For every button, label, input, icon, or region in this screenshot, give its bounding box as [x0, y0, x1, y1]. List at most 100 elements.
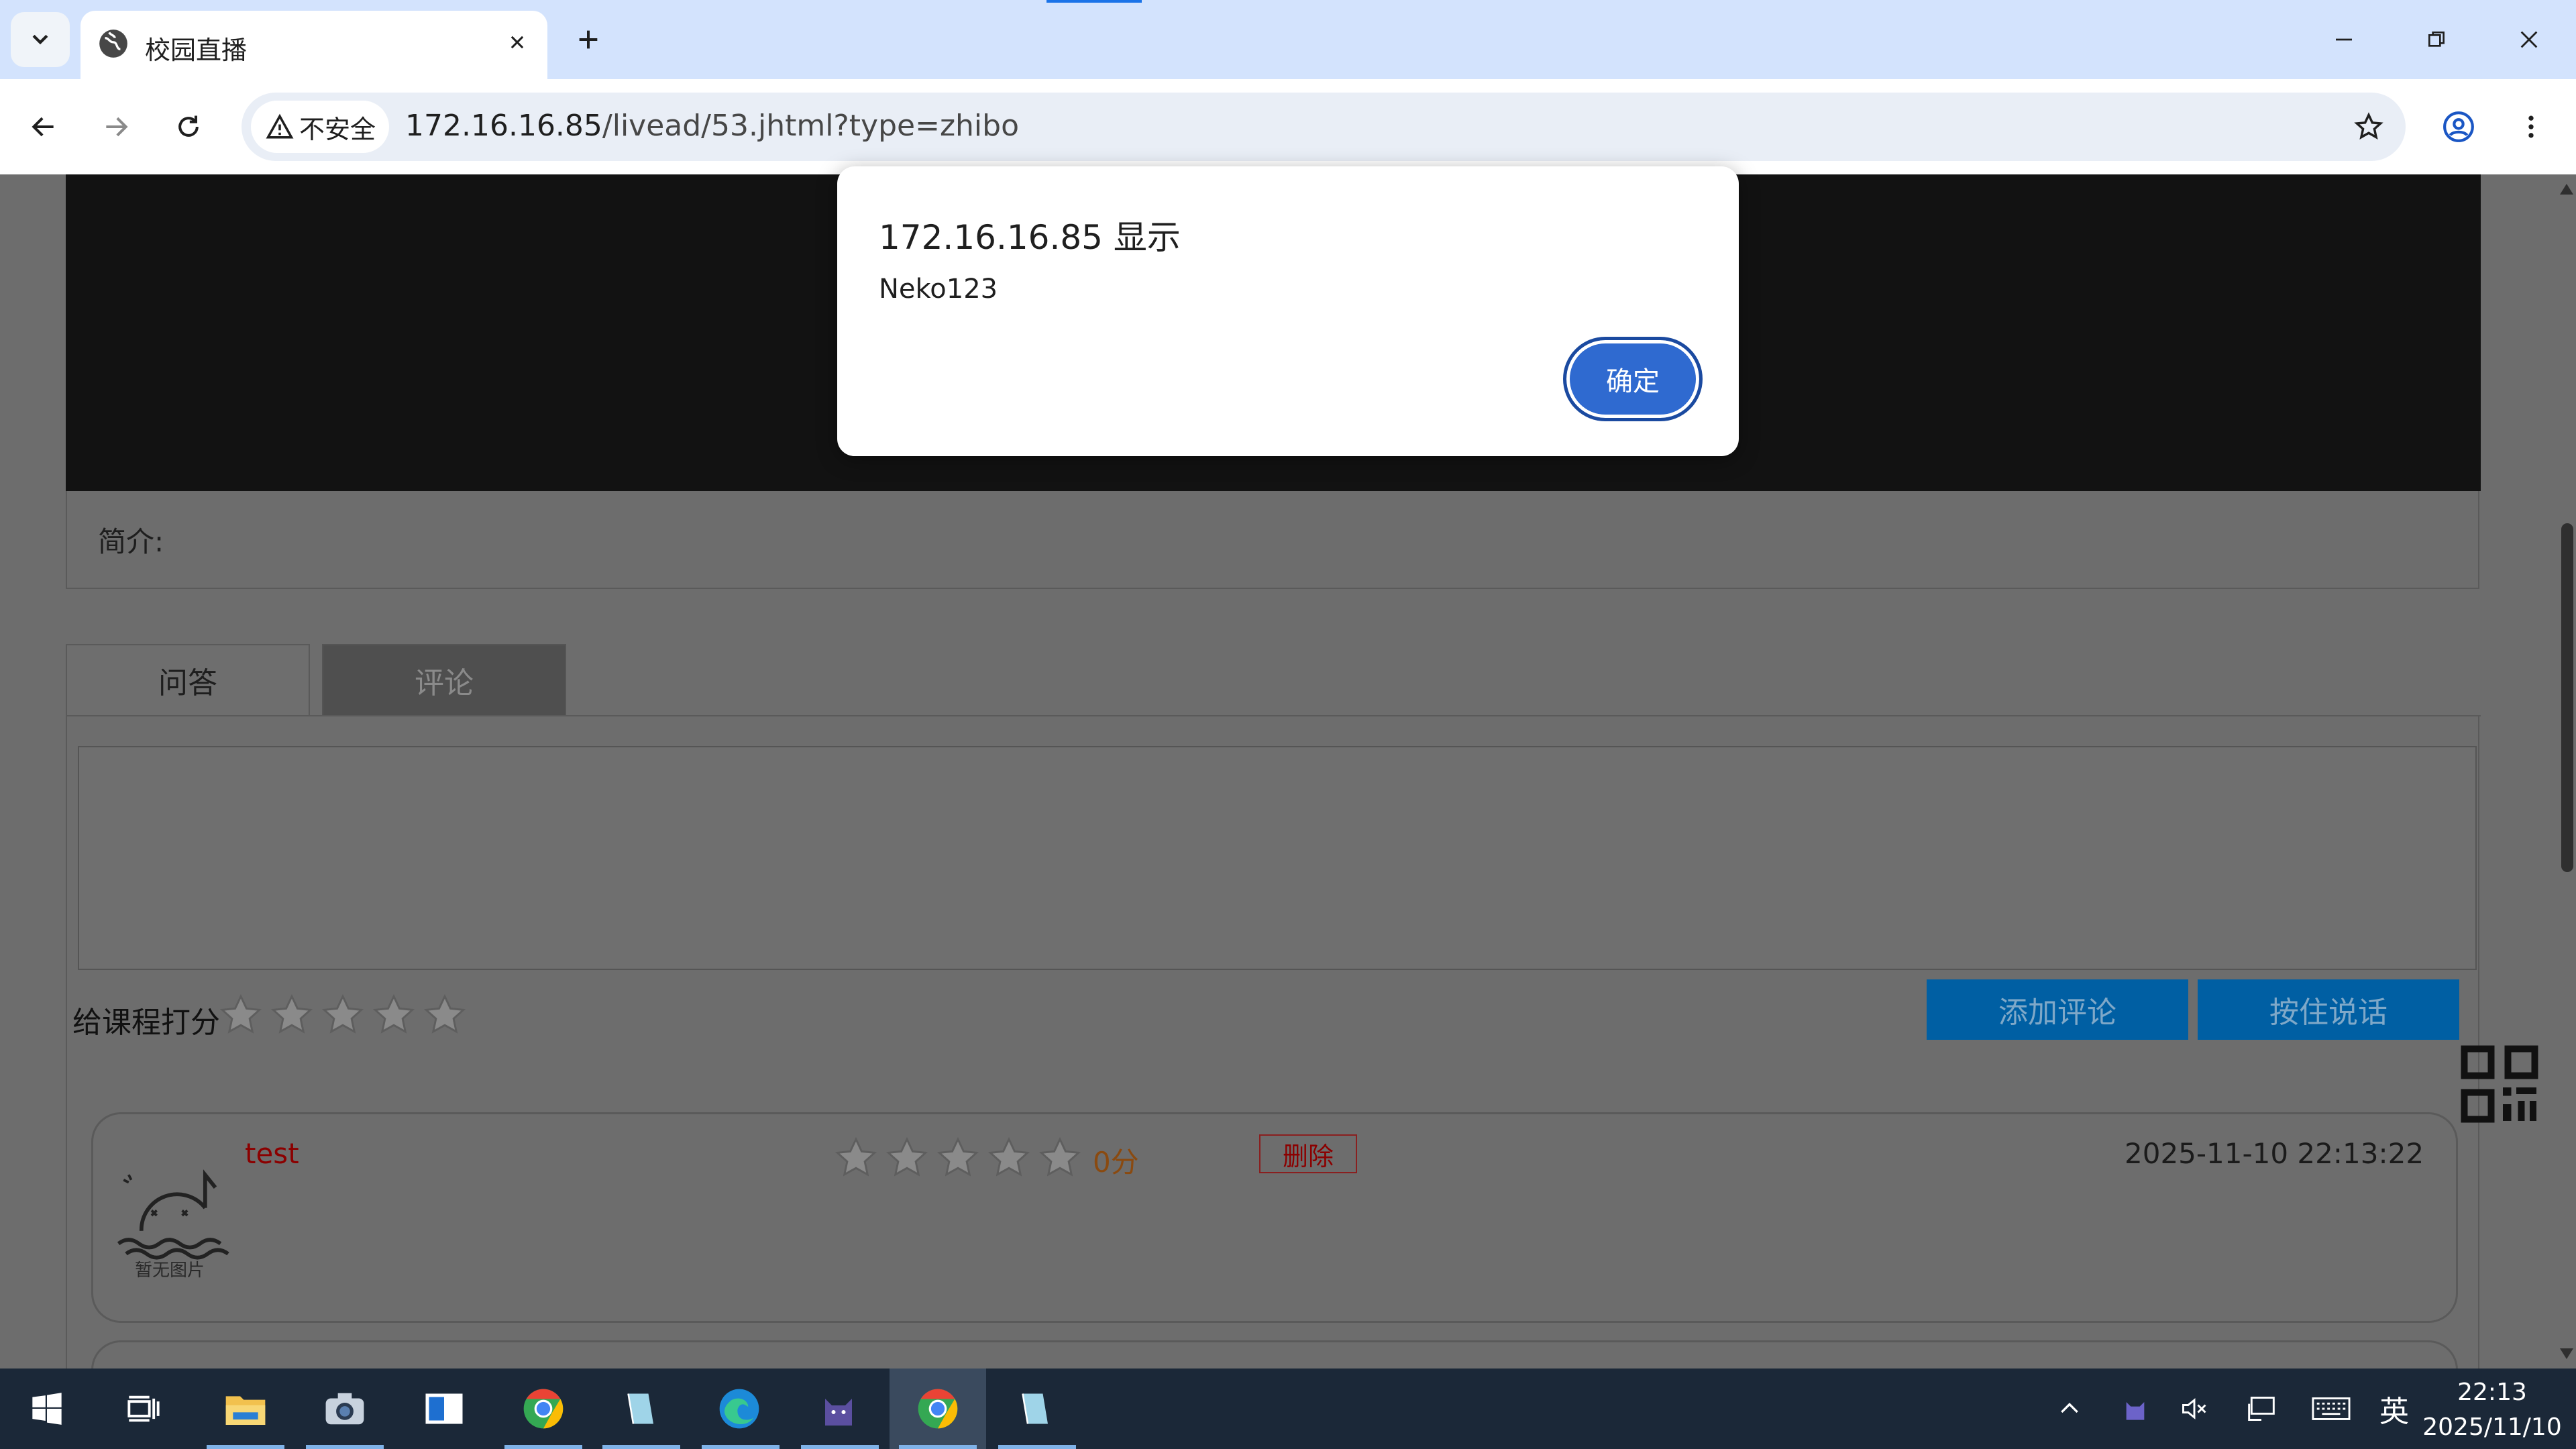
tab-search-button[interactable]	[11, 12, 70, 67]
star-icon	[885, 1136, 928, 1177]
scrollbar-thumb[interactable]	[2561, 523, 2573, 872]
keyboard-icon	[2312, 1397, 2351, 1420]
comment-rating-stars	[833, 1134, 1083, 1181]
close-window-button[interactable]	[2483, 0, 2575, 79]
clock-date: 2025/11/10	[2422, 1413, 2562, 1441]
add-comment-button[interactable]: 添加评论	[1927, 979, 2188, 1040]
volume-muted-icon	[2182, 1398, 2206, 1419]
back-button[interactable]	[16, 99, 71, 154]
browser-tab-active[interactable]: 校园直播	[80, 11, 547, 79]
minimize-button[interactable]	[2298, 0, 2390, 79]
file-explorer-taskbar[interactable]	[213, 1382, 278, 1436]
chevron-down-icon	[32, 34, 48, 45]
chrome-alt-taskbar[interactable]	[511, 1382, 576, 1436]
running-indicator	[306, 1445, 384, 1449]
running-indicator	[801, 1445, 879, 1449]
plus-icon	[579, 30, 598, 49]
show-hidden-icons-button[interactable]	[2046, 1389, 2093, 1429]
comment-item	[91, 1340, 2458, 1368]
comment-timestamp: 2025-11-10 22:13:22	[2125, 1137, 2424, 1170]
address-bar[interactable]: 不安全 172.16.16.85/livead/53.jhtml?type=zh…	[241, 93, 2406, 161]
warning-icon	[266, 113, 294, 139]
tab-close-button[interactable]	[498, 23, 537, 62]
chevron-up-icon	[2061, 1402, 2078, 1413]
notepad-icon	[1022, 1393, 1048, 1424]
star-icon[interactable]	[319, 991, 366, 1038]
chrome-taskbar[interactable]	[906, 1382, 970, 1436]
running-indicator	[207, 1445, 284, 1449]
url-host: 172.16.16.85	[405, 109, 602, 143]
task-view-icon	[127, 1395, 160, 1422]
running-indicator	[702, 1445, 780, 1449]
window-app-icon	[425, 1393, 463, 1424]
cat-icon	[2126, 1402, 2145, 1420]
touch-keyboard-button[interactable]	[2308, 1389, 2355, 1429]
no-image-label: 暂无图片	[135, 1260, 205, 1281]
star-icon[interactable]	[421, 991, 468, 1038]
star-icon[interactable]	[370, 991, 417, 1038]
taskbar-clock[interactable]: 22:13 2025/11/10	[2415, 1375, 2569, 1445]
network-icon	[2248, 1397, 2275, 1421]
hold-to-talk-button[interactable]: 按住说话	[2198, 979, 2459, 1040]
task-view-button[interactable]	[111, 1382, 176, 1436]
running-indicator	[504, 1445, 582, 1449]
scroll-down-arrow-icon[interactable]	[2560, 1348, 2573, 1359]
running-indicator	[899, 1445, 977, 1449]
tab-strip: 校园直播	[0, 0, 2576, 79]
star-icon	[835, 1136, 877, 1177]
minimize-icon	[2336, 38, 2352, 41]
url-text[interactable]: 172.16.16.85/livead/53.jhtml?type=zhibo	[405, 109, 1019, 143]
restore-button[interactable]	[2391, 0, 2482, 79]
camera-icon	[325, 1393, 364, 1425]
dialog-message: Neko123	[879, 274, 998, 305]
star-icon[interactable]	[268, 991, 315, 1038]
notepad-taskbar-2[interactable]	[1002, 1382, 1067, 1436]
camera-app-taskbar[interactable]	[313, 1382, 377, 1436]
star-icon	[936, 1136, 979, 1177]
page-scrollbar[interactable]	[2556, 174, 2576, 1368]
security-label: 不安全	[299, 114, 376, 144]
clock-time: 22:13	[2457, 1379, 2527, 1406]
arrow-right-icon	[106, 117, 128, 137]
dialog-title: 172.16.16.85 显示	[879, 218, 1181, 257]
forward-button[interactable]	[89, 99, 144, 154]
more-vertical-icon	[2528, 115, 2534, 138]
qr-code-icon[interactable]	[2459, 1044, 2540, 1124]
notepad-icon	[627, 1393, 653, 1424]
comment-score: 0分	[1093, 1146, 1139, 1179]
chrome-icon	[918, 1389, 958, 1429]
browser-toolbar: 不安全 172.16.16.85/livead/53.jhtml?type=zh…	[0, 79, 2576, 174]
edge-taskbar[interactable]	[707, 1382, 771, 1436]
cat-icon	[825, 1399, 852, 1426]
globe-icon	[99, 30, 127, 58]
scroll-up-arrow-icon[interactable]	[2560, 184, 2573, 195]
network-button[interactable]	[2238, 1389, 2285, 1429]
star-icon[interactable]	[217, 991, 264, 1038]
alert-dialog: 172.16.16.85 显示 Neko123 确定	[837, 166, 1739, 456]
intro-section: 简介:	[66, 491, 2479, 589]
ime-indicator[interactable]: 英	[2371, 1389, 2418, 1429]
tab-qa[interactable]: 问答	[66, 644, 310, 716]
comment-item: 暂无图片 test 0分 删除 2025-11-10 22:13:22	[91, 1112, 2458, 1323]
profile-button[interactable]	[2431, 99, 2486, 154]
course-rating-stars[interactable]	[217, 991, 468, 1038]
volume-button[interactable]	[2171, 1389, 2218, 1429]
reload-button[interactable]	[161, 99, 216, 154]
edge-icon	[719, 1389, 759, 1429]
security-chip[interactable]: 不安全	[251, 101, 389, 153]
intro-label: 简介:	[98, 525, 164, 558]
delete-comment-button[interactable]: 删除	[1259, 1134, 1357, 1173]
tab-comments[interactable]: 评论	[322, 644, 566, 716]
close-icon	[511, 36, 524, 49]
new-tab-button[interactable]	[566, 17, 610, 62]
cat-app-taskbar[interactable]	[806, 1382, 871, 1436]
dialog-ok-button[interactable]: 确定	[1563, 337, 1703, 421]
menu-button[interactable]	[2504, 99, 2559, 154]
bookmark-button[interactable]	[2341, 99, 2396, 154]
tray-cat-app[interactable]	[2112, 1389, 2159, 1429]
comment-input[interactable]	[78, 746, 2477, 970]
start-button[interactable]	[15, 1382, 79, 1436]
running-indicator	[602, 1445, 680, 1449]
notepad-taskbar[interactable]	[608, 1382, 672, 1436]
app-taskbar[interactable]	[412, 1382, 476, 1436]
